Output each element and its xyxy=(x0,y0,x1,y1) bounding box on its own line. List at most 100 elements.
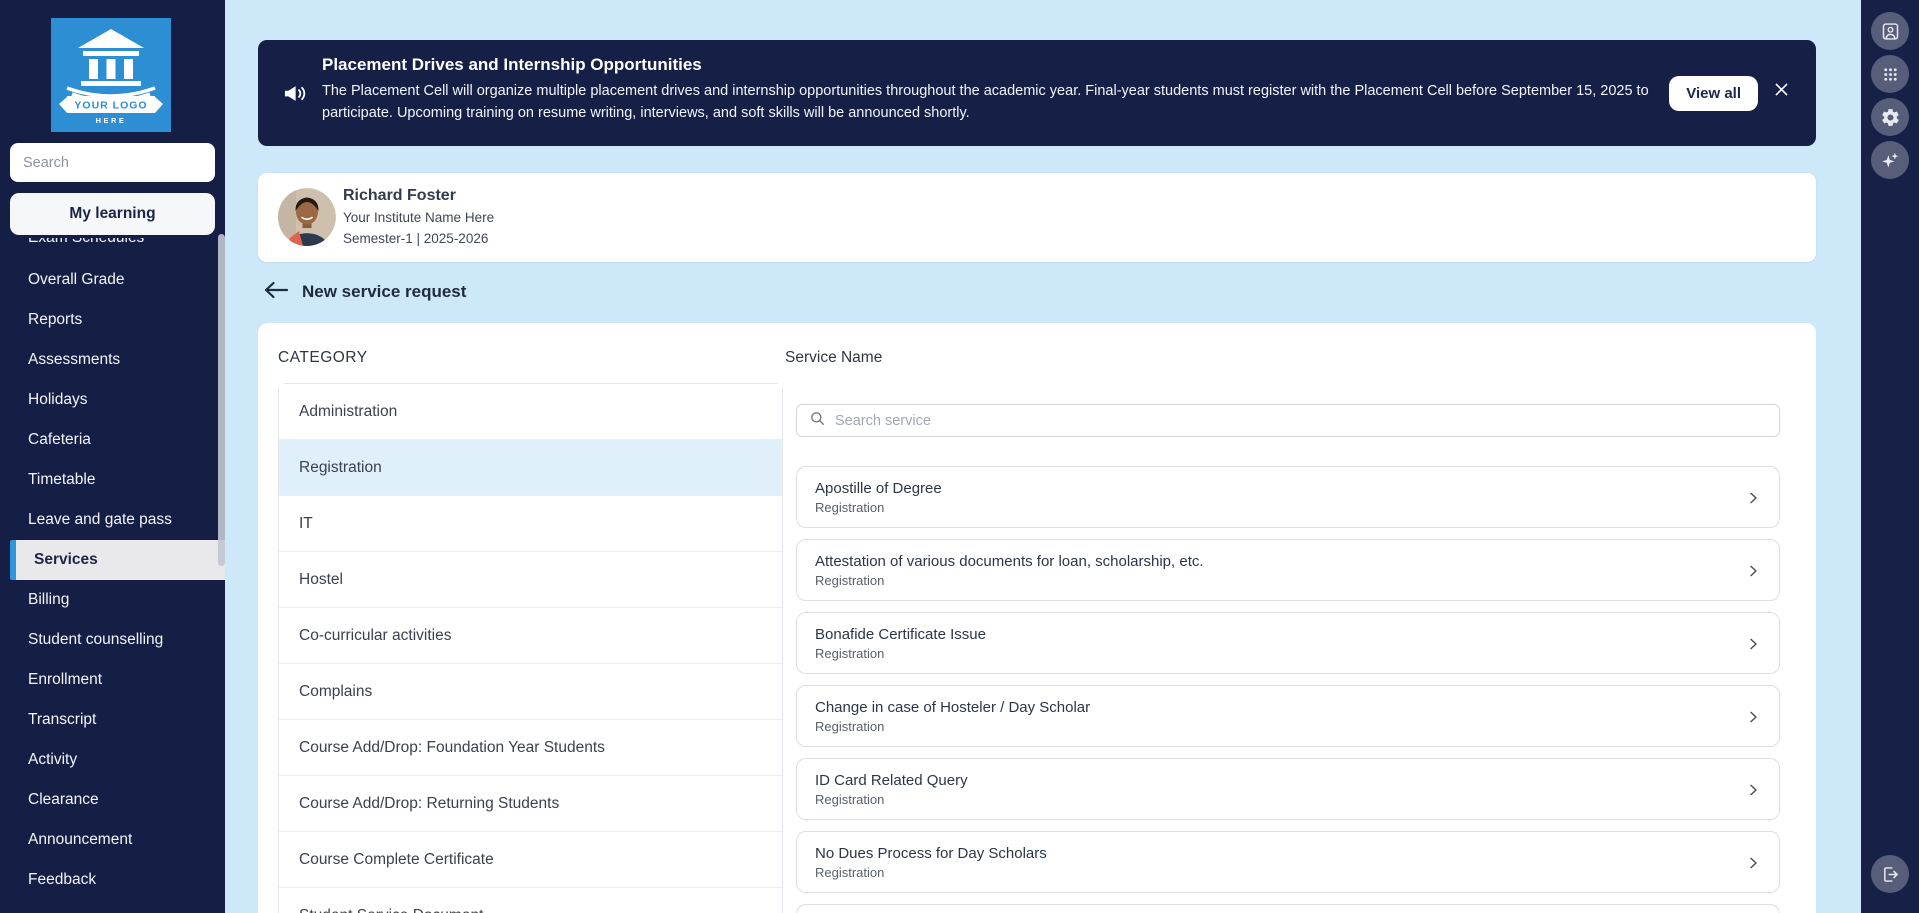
service-list: Apostille of Degree Registration Attesta… xyxy=(796,466,1780,893)
sidebar-item-exam-schedules-partial[interactable]: Exam Schedules xyxy=(0,238,218,250)
megaphone-icon xyxy=(281,80,308,112)
sidebar-item-cafeteria[interactable]: Cafeteria xyxy=(0,420,225,460)
category-item-course-add-drop-foundation-year-students[interactable]: Course Add/Drop: Foundation Year Student… xyxy=(279,720,782,776)
sidebar-item-feedback[interactable]: Feedback xyxy=(0,860,225,900)
category-item-hostel[interactable]: Hostel xyxy=(279,552,782,608)
ai-sparkles-icon xyxy=(1880,150,1901,171)
service-category: Registration xyxy=(815,718,1727,736)
sidebar-item-leave-and-gate-pass[interactable]: Leave and gate pass xyxy=(0,500,225,540)
search-icon xyxy=(809,410,826,432)
chevron-right-icon xyxy=(1745,853,1761,878)
sidebar-item-enrollment[interactable]: Enrollment xyxy=(0,660,225,700)
page-title: New service request xyxy=(302,282,466,302)
ai-assistant-button[interactable] xyxy=(1871,141,1909,179)
chevron-right-icon xyxy=(1745,634,1761,659)
sidebar-item-label: Timetable xyxy=(28,471,95,489)
close-icon xyxy=(1773,81,1790,101)
profile-photo-button[interactable] xyxy=(1871,12,1909,50)
chevron-right-icon xyxy=(1745,488,1761,513)
back-button[interactable] xyxy=(263,280,289,303)
settings-button[interactable] xyxy=(1871,98,1909,136)
service-title: Attestation of various documents for loa… xyxy=(815,551,1727,572)
service-card-attestation-of-various-documents-for-loan-scholarship-etc[interactable]: Attestation of various documents for loa… xyxy=(796,539,1780,601)
service-search xyxy=(796,404,1780,437)
announcement-banner: Placement Drives and Internship Opportun… xyxy=(258,40,1816,146)
category-item-registration[interactable]: Registration xyxy=(279,440,782,496)
sidebar-item-label: Services xyxy=(34,551,98,569)
sidebar-item-reports[interactable]: Reports xyxy=(0,300,225,340)
service-category: Registration xyxy=(815,499,1727,517)
profile-name: Richard Foster xyxy=(343,185,494,207)
service-title: No Dues Process for Day Scholars xyxy=(815,843,1727,864)
sidebar-item-timetable[interactable]: Timetable xyxy=(0,460,225,500)
sidebar-item-clearance[interactable]: Clearance xyxy=(0,780,225,820)
banner-body: The Placement Cell will organize multipl… xyxy=(322,81,1662,124)
sidebar-item-label: Transcript xyxy=(28,711,96,729)
category-item-course-complete-certificate[interactable]: Course Complete Certificate xyxy=(279,832,782,888)
category-item-complains[interactable]: Complains xyxy=(279,664,782,720)
category-item-label: Registration xyxy=(299,459,382,477)
category-item-label: Hostel xyxy=(299,571,343,589)
sidebar-scrollbar-thumb[interactable] xyxy=(218,234,225,566)
sidebar-item-activity[interactable]: Activity xyxy=(0,740,225,780)
profile-card: Richard Foster Your Institute Name Here … xyxy=(258,173,1816,262)
service-card-change-in-case-of-hosteler-day-scholar[interactable]: Change in case of Hosteler / Day Scholar… xyxy=(796,685,1780,747)
view-all-button[interactable]: View all xyxy=(1669,76,1758,111)
sidebar: YOUR LOGO HERE My learning Exam Schedule… xyxy=(0,0,225,913)
service-card-id-card-related-query[interactable]: ID Card Related Query Registration xyxy=(796,758,1780,820)
svg-text:YOUR LOGO: YOUR LOGO xyxy=(74,100,147,112)
sidebar-item-label: Billing xyxy=(28,591,69,609)
sidebar-item-announcement[interactable]: Announcement xyxy=(0,820,225,860)
settings-gear-icon xyxy=(1880,107,1901,128)
category-header: CATEGORY xyxy=(278,349,368,367)
logout-button[interactable] xyxy=(1871,855,1909,893)
service-card-no-dues-process-for-day-scholars[interactable]: No Dues Process for Day Scholars Registr… xyxy=(796,831,1780,893)
sidebar-item-holidays[interactable]: Holidays xyxy=(0,380,225,420)
sidebar-search-input[interactable] xyxy=(10,143,215,182)
service-card-partial[interactable] xyxy=(796,904,1780,913)
sidebar-item-label: Cafeteria xyxy=(28,431,91,449)
sidebar-item-overall-grade[interactable]: Overall Grade xyxy=(0,260,225,300)
service-request-panel: CATEGORY Service Name Administration Reg… xyxy=(258,323,1816,913)
service-title: ID Card Related Query xyxy=(815,770,1727,791)
category-item-administration[interactable]: Administration xyxy=(279,384,782,440)
apps-grid-icon xyxy=(1881,65,1900,84)
service-card-apostille-of-degree[interactable]: Apostille of Degree Registration xyxy=(796,466,1780,528)
chevron-right-icon xyxy=(1745,707,1761,732)
service-category: Registration xyxy=(815,864,1727,882)
sidebar-item-billing[interactable]: Billing xyxy=(0,580,225,620)
sidebar-item-assessments[interactable]: Assessments xyxy=(0,340,225,380)
service-category: Registration xyxy=(815,645,1727,663)
my-learning-button[interactable]: My learning xyxy=(10,193,215,235)
service-name-header: Service Name xyxy=(785,349,882,367)
logout-icon xyxy=(1880,864,1901,885)
service-column: Apostille of Degree Registration Attesta… xyxy=(796,404,1780,913)
sidebar-item-transcript[interactable]: Transcript xyxy=(0,700,225,740)
service-card-bonafide-certificate-issue[interactable]: Bonafide Certificate Issue Registration xyxy=(796,612,1780,674)
sidebar-item-student-counselling[interactable]: Student counselling xyxy=(0,620,225,660)
app-root: { "app": { "colors": { "navy": "#162047"… xyxy=(0,0,1919,913)
category-item-co-curricular-activities[interactable]: Co-curricular activities xyxy=(279,608,782,664)
category-item-it[interactable]: IT xyxy=(279,496,782,552)
service-search-input[interactable] xyxy=(835,413,1767,429)
chevron-right-icon xyxy=(1745,780,1761,805)
sidebar-item-services[interactable]: Services xyxy=(10,540,225,580)
page-head: New service request xyxy=(263,280,466,303)
profile-term: Semester-1 | 2025-2026 xyxy=(343,228,494,249)
category-item-student-service-document[interactable]: Student Service Document xyxy=(279,888,782,913)
back-arrow-icon xyxy=(263,280,289,303)
service-title: Apostille of Degree xyxy=(815,478,1727,499)
profile-photo-icon xyxy=(1880,21,1901,42)
main-content: Placement Drives and Internship Opportun… xyxy=(225,0,1861,913)
sidebar-item-label: Holidays xyxy=(28,391,87,409)
sidebar-item-label: Announcement xyxy=(28,831,132,849)
category-list: Administration Registration IT Hostel Co… xyxy=(278,383,783,913)
sidebar-item-label: Student counselling xyxy=(28,631,163,649)
category-item-label: Course Complete Certificate xyxy=(299,851,494,869)
category-item-label: Complains xyxy=(299,683,372,701)
apps-grid-button[interactable] xyxy=(1871,55,1909,93)
banner-close-button[interactable] xyxy=(1770,80,1792,102)
institute-logo: YOUR LOGO HERE xyxy=(51,18,171,132)
sidebar-item-label: Assessments xyxy=(28,351,120,369)
category-item-course-add-drop-returning-students[interactable]: Course Add/Drop: Returning Students xyxy=(279,776,782,832)
